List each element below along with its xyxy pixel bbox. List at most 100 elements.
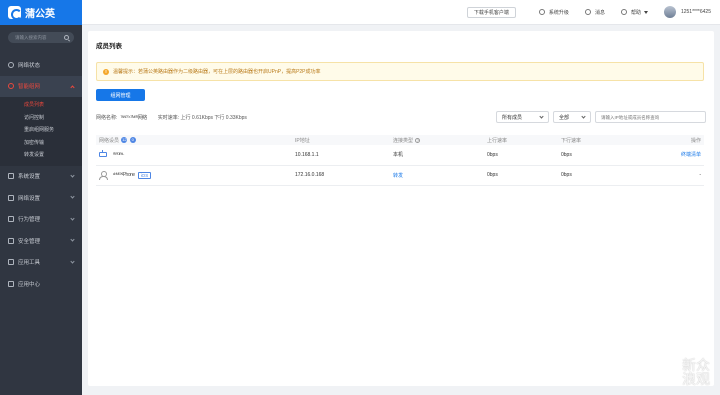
sidebar-search-input[interactable]: 请输入搜索内容 xyxy=(8,32,74,43)
avatar xyxy=(663,6,676,18)
device-name: ᵉᴺᴹᶠᴼᴷᴵPhone xyxy=(113,172,135,178)
watermark-char: 观 xyxy=(696,372,710,388)
sidebar-subitem-forwarding[interactable]: 转发设置 xyxy=(0,149,82,162)
content-card: 成员列表 ! 温馨提示：若蒲公英路由器作为二级路由器，可在上层的路由器也开启UP… xyxy=(88,31,714,386)
count-badge: 12 xyxy=(121,137,128,144)
type-filter-value: 全部 xyxy=(559,114,570,121)
download-rate: 0bps xyxy=(558,145,630,166)
sidebar-item-label: 行为管理 xyxy=(18,217,41,224)
column-ip: IP地址 xyxy=(292,135,390,145)
type-filter-select[interactable]: 全部 xyxy=(553,111,591,123)
network-name-value: ᵀᴺᴺ⁰ᵀ⁶ᵀ'ᴹᶜ'ᴿ网络 xyxy=(120,115,147,121)
user-name: 1251****6425 xyxy=(680,9,711,15)
app-name: 蒲公英 xyxy=(25,9,55,20)
column-download: 下行速率 xyxy=(558,135,630,145)
network-info: 网络名称: ᵀᴺᴺ⁰ᵀ⁶ᵀ'ᴹᶜ'ᴿ网络 实时速率: 上行 0.61Kbps 下… xyxy=(96,114,247,121)
column-device: 网络设员 12 0 xyxy=(96,135,292,145)
sidebar-item-system-settings[interactable]: 系统设置 xyxy=(0,166,82,188)
sidebar-item-app-center[interactable]: 应用中心 xyxy=(0,273,82,295)
chevron-down-icon xyxy=(70,215,75,221)
member-search-input[interactable] xyxy=(595,111,706,123)
chevron-down-icon xyxy=(539,113,544,119)
member-table: 网络设员 12 0 IP地址 连接类型 ? 上行速率 下行速率 操作 ᶠ'ᴷᴾᴰ… xyxy=(96,135,704,186)
behavior-icon xyxy=(8,216,14,223)
ip-address: 172.16.0.168 xyxy=(292,165,390,186)
operation-cell: 终端清单 xyxy=(630,145,704,166)
filter-bar: 所有成员 全部 xyxy=(492,111,706,123)
device-cell: ᶠ'ᴷᴾᴰᴵᴵ⁰ᶜᴸ xyxy=(96,145,292,166)
sidebar-item-label: 系统设置 xyxy=(18,174,41,181)
chevron-down-icon xyxy=(70,237,75,242)
sidebar-subitem-member-list[interactable]: 成员列表 xyxy=(0,99,82,112)
sidebar-item-label: 网络设置 xyxy=(18,195,41,202)
sidebar: 蒲公英 请输入搜索内容 网络状态 智能组网 成员列表 访问控制 重启组网服务 加… xyxy=(0,0,82,395)
download-client-button[interactable]: 下载手机客户端 xyxy=(466,6,516,18)
sidebar-item-network-settings[interactable]: 网络设置 xyxy=(0,187,82,209)
shield-icon xyxy=(8,237,14,244)
app-logo[interactable]: 蒲公英 xyxy=(0,0,82,25)
device-name: ᶠ'ᴷᴾᴰᴵᴵ⁰ᶜᴸ xyxy=(113,151,124,158)
chevron-down-icon xyxy=(70,258,75,264)
warning-icon: ! xyxy=(103,68,109,75)
system-upgrade-link[interactable]: 系统升级 xyxy=(538,9,569,16)
table-row: ᵉᴺᴹᶠᴼᴷᴵPhone iOS 172.16.0.168 转发 0bps 0b… xyxy=(96,165,704,186)
bell-icon xyxy=(584,9,591,15)
sidebar-item-network-status[interactable]: 网络状态 xyxy=(0,54,82,76)
notice-text: 温馨提示：若蒲公英路由器作为二级路由器，可在上层的路由器也开启UPnP，提高P2… xyxy=(113,69,321,75)
sidebar-subitem-encryption[interactable]: 加密传输 xyxy=(0,137,82,150)
device-cell: ᵉᴺᴹᶠᴼᴷᴵPhone iOS xyxy=(96,165,292,186)
sidebar-subitem-restart-service[interactable]: 重启组网服务 xyxy=(0,124,82,137)
watermark-char: 浪 xyxy=(682,372,696,388)
column-upload: 上行速率 xyxy=(484,135,558,145)
sidebar-item-label: 安全管理 xyxy=(18,238,41,245)
sidebar-subitem-access-control[interactable]: 访问控制 xyxy=(0,112,82,125)
realtime-speed: 实时速率: 上行 0.61Kbps 下行 0.33Kbps xyxy=(157,115,247,121)
user-menu[interactable]: 1251****6425 xyxy=(663,6,711,18)
ip-address: 10.168.1.1 xyxy=(292,145,390,166)
network-status-icon xyxy=(8,61,14,68)
settings-icon xyxy=(8,173,14,180)
sidebar-item-security[interactable]: 安全管理 xyxy=(0,230,82,252)
table-header-row: 网络设员 12 0 IP地址 连接类型 ? 上行速率 下行速率 操作 xyxy=(96,135,704,145)
connection-type: 本机 xyxy=(390,145,484,166)
table-row: ᶠ'ᴷᴾᴰᴵᴵ⁰ᶜᴸ 10.168.1.1 本机 0bps 0bps 终端清单 xyxy=(96,145,704,166)
tools-icon xyxy=(8,259,14,266)
upload-rate: 0bps xyxy=(484,145,558,166)
search-icon[interactable] xyxy=(64,35,69,40)
caret-down-icon xyxy=(643,10,648,14)
download-rate: 0bps xyxy=(558,165,630,186)
help-menu[interactable]: 帮助 xyxy=(620,9,648,16)
router-icon xyxy=(99,150,107,158)
network-settings-icon xyxy=(8,194,14,201)
upgrade-icon xyxy=(538,9,545,15)
network-manage-button[interactable]: 组网管理 xyxy=(96,89,145,101)
count-badge: 0 xyxy=(129,137,136,144)
help-label: 帮助 xyxy=(630,9,641,16)
system-upgrade-label: 系统升级 xyxy=(548,9,569,16)
operation-cell: - xyxy=(630,165,704,186)
member-filter-value: 所有成员 xyxy=(502,114,523,121)
topbar: 下载手机客户端 系统升级 消息 帮助 1251****6425 xyxy=(82,0,720,25)
chevron-up-icon xyxy=(70,84,75,90)
sidebar-item-smart-networking[interactable]: 智能组网 xyxy=(0,75,82,97)
connection-type[interactable]: 转发 xyxy=(390,165,484,186)
notice-banner: ! 温馨提示：若蒲公英路由器作为二级路由器，可在上层的路由器也开启UPnP，提高… xyxy=(96,62,704,81)
app-center-icon xyxy=(8,280,14,287)
chevron-down-icon xyxy=(581,113,586,119)
watermark: 新众 浪观 xyxy=(682,359,710,387)
help-icon xyxy=(620,9,627,15)
upload-rate: 0bps xyxy=(484,165,558,186)
terminal-list-link[interactable]: 终端清单 xyxy=(681,152,701,158)
messages-link[interactable]: 消息 xyxy=(584,9,605,16)
help-icon[interactable]: ? xyxy=(415,137,421,143)
logo-icon xyxy=(8,6,22,20)
column-connection-label: 连接类型 xyxy=(393,137,414,144)
networking-icon xyxy=(8,83,14,90)
page-title: 成员列表 xyxy=(96,43,122,50)
sidebar-item-behavior[interactable]: 行为管理 xyxy=(0,209,82,231)
column-connection: 连接类型 ? xyxy=(390,135,484,145)
member-filter-select[interactable]: 所有成员 xyxy=(496,111,549,123)
sidebar-item-tools[interactable]: 应用工具 xyxy=(0,252,82,274)
user-icon xyxy=(99,171,108,180)
messages-label: 消息 xyxy=(594,9,605,16)
